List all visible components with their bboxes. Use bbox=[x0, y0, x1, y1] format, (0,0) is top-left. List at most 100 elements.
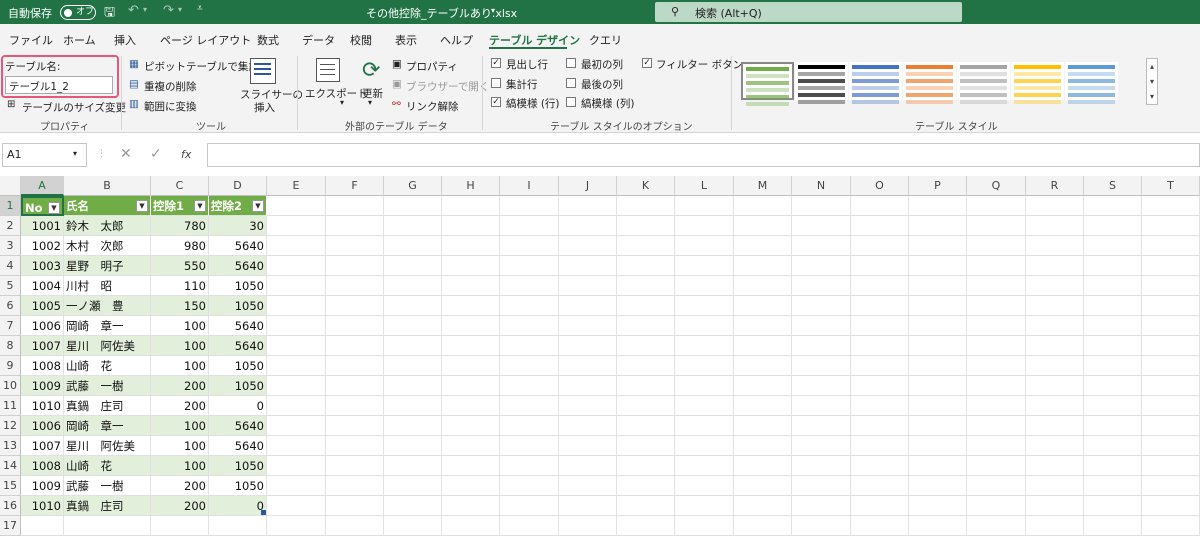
cell[interactable] bbox=[851, 276, 909, 296]
filter-button-checkbox[interactable]: ✓ bbox=[642, 58, 652, 68]
cell[interactable] bbox=[559, 416, 617, 436]
column-header[interactable]: S bbox=[1084, 176, 1142, 196]
cell[interactable] bbox=[1084, 196, 1142, 216]
cell[interactable] bbox=[851, 476, 909, 496]
cell[interactable] bbox=[675, 296, 734, 316]
cell[interactable] bbox=[1142, 276, 1200, 296]
cell[interactable] bbox=[617, 336, 675, 356]
filter-dropdown-icon[interactable]: ▼ bbox=[252, 200, 264, 212]
cell[interactable] bbox=[267, 476, 326, 496]
cell[interactable] bbox=[792, 296, 851, 316]
cell[interactable] bbox=[326, 356, 384, 376]
table-cell[interactable]: 5640 bbox=[209, 316, 267, 336]
cell[interactable] bbox=[500, 256, 559, 276]
cell[interactable] bbox=[675, 356, 734, 376]
cell[interactable] bbox=[1142, 476, 1200, 496]
cell[interactable] bbox=[326, 516, 384, 536]
column-header[interactable]: B bbox=[64, 176, 151, 196]
cell[interactable] bbox=[384, 456, 442, 476]
table-cell[interactable]: 1009 bbox=[21, 476, 64, 496]
cell[interactable] bbox=[1142, 316, 1200, 336]
cell[interactable] bbox=[500, 276, 559, 296]
cell[interactable] bbox=[384, 476, 442, 496]
table-cell[interactable]: 1006 bbox=[21, 316, 64, 336]
cell[interactable] bbox=[851, 396, 909, 416]
cell[interactable] bbox=[617, 316, 675, 336]
cell[interactable] bbox=[559, 376, 617, 396]
row-header[interactable]: 4 bbox=[0, 256, 21, 276]
cell[interactable] bbox=[792, 376, 851, 396]
cell[interactable] bbox=[500, 356, 559, 376]
cell[interactable] bbox=[967, 456, 1026, 476]
cell[interactable] bbox=[675, 436, 734, 456]
cell[interactable] bbox=[617, 476, 675, 496]
cell[interactable] bbox=[1026, 316, 1084, 336]
cell[interactable] bbox=[559, 476, 617, 496]
cell[interactable] bbox=[559, 336, 617, 356]
cell[interactable] bbox=[792, 476, 851, 496]
table-cell[interactable]: 1004 bbox=[21, 276, 64, 296]
cell[interactable] bbox=[1026, 516, 1084, 536]
table-cell[interactable]: 真鍋 庄司 bbox=[64, 396, 151, 416]
table-cell[interactable]: 1008 bbox=[21, 356, 64, 376]
cell[interactable] bbox=[1026, 276, 1084, 296]
cell[interactable] bbox=[1142, 436, 1200, 456]
table-style-swatch[interactable] bbox=[1011, 62, 1064, 104]
cell[interactable] bbox=[851, 436, 909, 456]
cell[interactable] bbox=[675, 336, 734, 356]
table-cell[interactable]: 100 bbox=[151, 316, 209, 336]
cell[interactable] bbox=[1026, 436, 1084, 456]
cell[interactable] bbox=[442, 296, 500, 316]
cell[interactable] bbox=[1142, 516, 1200, 536]
cell[interactable] bbox=[792, 496, 851, 516]
cell[interactable] bbox=[1084, 496, 1142, 516]
cell[interactable] bbox=[967, 476, 1026, 496]
cell[interactable] bbox=[1026, 496, 1084, 516]
cell[interactable] bbox=[442, 316, 500, 336]
table-cell[interactable]: 1050 bbox=[209, 456, 267, 476]
cell[interactable] bbox=[267, 436, 326, 456]
cell[interactable] bbox=[1142, 396, 1200, 416]
cell[interactable] bbox=[267, 376, 326, 396]
table-cell[interactable]: 200 bbox=[151, 396, 209, 416]
table-cell[interactable]: 1002 bbox=[21, 236, 64, 256]
table-cell[interactable]: 200 bbox=[151, 496, 209, 516]
cell[interactable] bbox=[64, 516, 151, 536]
cell[interactable] bbox=[617, 196, 675, 216]
row-header[interactable]: 9 bbox=[0, 356, 21, 376]
table-cell[interactable]: 100 bbox=[151, 416, 209, 436]
cell[interactable] bbox=[442, 356, 500, 376]
cell[interactable] bbox=[617, 256, 675, 276]
cell[interactable] bbox=[909, 276, 967, 296]
cell[interactable] bbox=[384, 256, 442, 276]
table-cell[interactable]: 1010 bbox=[21, 396, 64, 416]
cell[interactable] bbox=[559, 216, 617, 236]
cell[interactable] bbox=[792, 196, 851, 216]
cell[interactable] bbox=[442, 236, 500, 256]
cell[interactable] bbox=[1084, 216, 1142, 236]
row-header[interactable]: 5 bbox=[0, 276, 21, 296]
table-style-swatch[interactable] bbox=[849, 62, 902, 104]
cell[interactable] bbox=[559, 456, 617, 476]
table-cell[interactable]: 100 bbox=[151, 436, 209, 456]
row-header[interactable]: 17 bbox=[0, 516, 21, 536]
table-resize-handle[interactable] bbox=[261, 510, 266, 515]
cell[interactable] bbox=[559, 356, 617, 376]
cell[interactable] bbox=[1026, 196, 1084, 216]
table-cell[interactable]: 780 bbox=[151, 216, 209, 236]
cell[interactable] bbox=[1026, 216, 1084, 236]
table-cell[interactable]: 山崎 花 bbox=[64, 456, 151, 476]
column-header[interactable]: L bbox=[675, 176, 734, 196]
table-cell[interactable]: 岡崎 章一 bbox=[64, 416, 151, 436]
cell[interactable] bbox=[909, 456, 967, 476]
cell[interactable] bbox=[267, 276, 326, 296]
tab-home[interactable]: ホーム bbox=[63, 32, 96, 48]
cell[interactable] bbox=[617, 216, 675, 236]
cell[interactable] bbox=[267, 356, 326, 376]
row-header[interactable]: 16 bbox=[0, 496, 21, 516]
cell[interactable] bbox=[909, 336, 967, 356]
cell[interactable] bbox=[967, 516, 1026, 536]
cell[interactable] bbox=[792, 216, 851, 236]
cell[interactable] bbox=[384, 416, 442, 436]
table-cell[interactable]: 1050 bbox=[209, 356, 267, 376]
